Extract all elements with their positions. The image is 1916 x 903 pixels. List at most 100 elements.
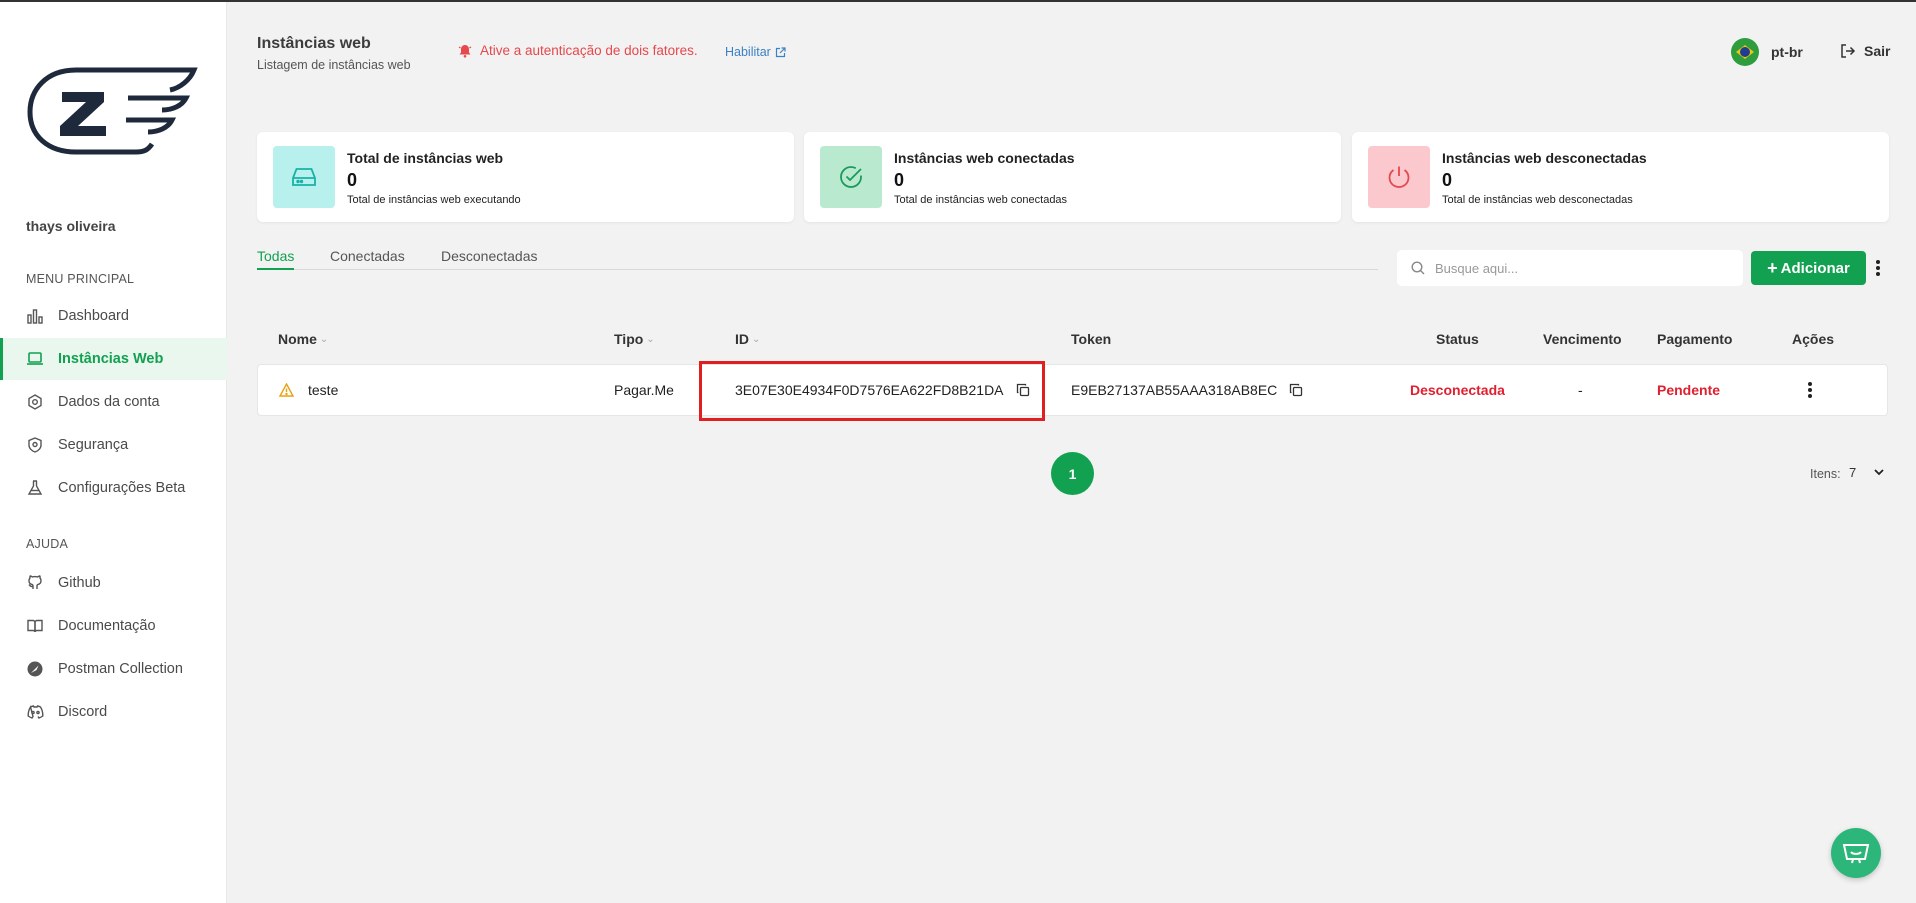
search-input[interactable] (1435, 260, 1715, 276)
sidebar-item-configuracoes-beta[interactable]: Configurações Beta (0, 467, 227, 509)
more-options-icon[interactable] (1871, 258, 1885, 278)
github-icon (26, 574, 44, 592)
instance-id: 3E07E30E4934F0D7576EA622FD8B21DA (735, 382, 1004, 398)
sidebar-item-dados-da-conta[interactable]: Dados da conta (0, 381, 227, 423)
user-name: thays oliveira (26, 218, 116, 234)
shield-icon (26, 436, 44, 454)
stat-description: Total de instâncias web conectadas (894, 194, 1068, 206)
z-logo-icon[interactable] (26, 64, 202, 160)
page-title: Instâncias web (257, 35, 371, 52)
sidebar-item-label: Instâncias Web (58, 351, 164, 367)
stat-title: Instâncias web desconectadas (1442, 150, 1647, 166)
sidebar-item-label: Configurações Beta (58, 480, 186, 496)
enable-2fa-link[interactable]: Habilitar (725, 45, 786, 59)
column-header-id[interactable]: ID ⌄ (735, 331, 760, 347)
status-badge: Desconectada (1410, 382, 1505, 398)
language-label: pt-br (1771, 44, 1803, 60)
tab-conectadas[interactable]: Conectadas (330, 248, 405, 270)
discord-icon (26, 703, 44, 721)
stat-value: 0 (1442, 170, 1453, 190)
sidebar-item-label: Dashboard (58, 308, 129, 324)
brazil-flag-icon (1731, 38, 1759, 66)
column-header-tipo[interactable]: Tipo ⌄ (614, 331, 655, 347)
logout-button[interactable]: Sair (1840, 43, 1890, 59)
bell-alert-icon (458, 44, 472, 58)
sidebar-item-discord[interactable]: Discord (0, 691, 227, 733)
external-link-icon (775, 46, 786, 57)
stat-value: 0 (894, 170, 905, 190)
sidebar-item-github[interactable]: Github (0, 562, 227, 604)
sidebar-item-postman-collection[interactable]: Postman Collection (0, 648, 227, 690)
column-header-vencimento: Vencimento (1543, 331, 1622, 347)
help-label: AJUDA (26, 537, 68, 551)
items-per-page-label: Itens: (1810, 467, 1841, 481)
top-border (0, 0, 1916, 2)
add-instance-button[interactable]: + Adicionar (1751, 251, 1866, 285)
column-header-label: ID (735, 331, 749, 347)
cell-token: E9EB27137AB55AAA318AB8EC (1071, 382, 1303, 398)
column-header-nome[interactable]: Nome ⌄ (278, 331, 328, 347)
sidebar-item-seguranca[interactable]: Segurança (0, 424, 227, 466)
cell-due-date: - (1578, 382, 1583, 398)
hard-drive-icon (292, 168, 316, 186)
column-header-label: Token (1071, 331, 1112, 347)
sidebar-item-label: Github (58, 575, 101, 591)
alert-text: Ative a autenticação de dois fatores. (480, 43, 698, 58)
laptop-icon (26, 350, 44, 368)
stat-icon-box (273, 146, 335, 208)
column-header-label: Vencimento (1543, 331, 1622, 347)
cell-name: teste (279, 382, 338, 398)
postman-icon (26, 660, 44, 678)
stat-icon-box (820, 146, 882, 208)
column-header-label: Ações (1792, 331, 1835, 347)
stat-title: Instâncias web conectadas (894, 150, 1075, 166)
pagination-page-1[interactable]: 1 (1051, 452, 1094, 495)
filter-tabs: Todas Conectadas Desconectadas (257, 248, 1378, 270)
copy-icon[interactable] (1289, 383, 1303, 397)
flask-icon (26, 479, 44, 497)
sidebar-item-documentacao[interactable]: Documentação (0, 605, 227, 647)
plus-icon: + (1767, 257, 1778, 278)
stat-card-total: Total de instâncias web 0 Total de instâ… (257, 132, 794, 222)
bar-chart-icon (26, 307, 44, 325)
stat-icon-box (1368, 146, 1430, 208)
items-per-page-select[interactable]: 7 (1849, 465, 1884, 480)
stat-description: Total de instâncias web desconectadas (1442, 194, 1633, 206)
tab-todas[interactable]: Todas (257, 248, 295, 270)
add-button-label: Adicionar (1780, 259, 1850, 277)
logout-icon (1841, 44, 1856, 58)
sidebar-item-dashboard[interactable]: Dashboard (0, 295, 227, 337)
stat-description: Total de instâncias web executando (347, 194, 521, 206)
stat-value: 0 (347, 170, 358, 190)
enable-link-label: Habilitar (725, 45, 771, 59)
column-header-status: Status (1436, 331, 1479, 347)
instance-token: E9EB27137AB55AAA318AB8EC (1071, 382, 1278, 398)
chat-bot-icon (1842, 844, 1870, 864)
cell-type: Pagar.Me (614, 382, 674, 398)
sidebar-item-label: Postman Collection (58, 661, 183, 677)
column-header-label: Tipo (614, 331, 644, 347)
language-selector[interactable]: pt-br (1731, 38, 1803, 66)
column-header-label: Nome (278, 331, 317, 347)
sort-chevron-icon: ⌄ (319, 333, 329, 345)
check-circle-icon (840, 166, 862, 188)
logout-label: Sair (1864, 43, 1891, 59)
main-menu-label: MENU PRINCIPAL (26, 272, 135, 286)
book-icon (26, 617, 44, 635)
cell-id: 3E07E30E4934F0D7576EA622FD8B21DA (735, 382, 1030, 398)
column-header-pagamento: Pagamento (1657, 331, 1732, 347)
row-actions-icon[interactable] (1803, 380, 1817, 400)
sidebar-item-label: Discord (58, 704, 108, 720)
chat-support-button[interactable] (1831, 828, 1881, 878)
column-header-acoes: Ações (1792, 331, 1834, 347)
sidebar-item-instancias-web[interactable]: Instâncias Web (0, 338, 227, 380)
chevron-down-icon (1874, 469, 1884, 476)
tab-desconectadas[interactable]: Desconectadas (441, 248, 538, 270)
power-icon (1388, 166, 1410, 188)
column-header-token: Token (1071, 331, 1111, 347)
copy-icon[interactable] (1016, 383, 1030, 397)
two-factor-alert: Ative a autenticação de dois fatores. (458, 43, 698, 58)
stat-title: Total de instâncias web (347, 150, 504, 166)
sidebar-item-label: Dados da conta (58, 394, 160, 410)
sidebar: thays oliveira MENU PRINCIPAL Dashboard … (0, 2, 227, 903)
